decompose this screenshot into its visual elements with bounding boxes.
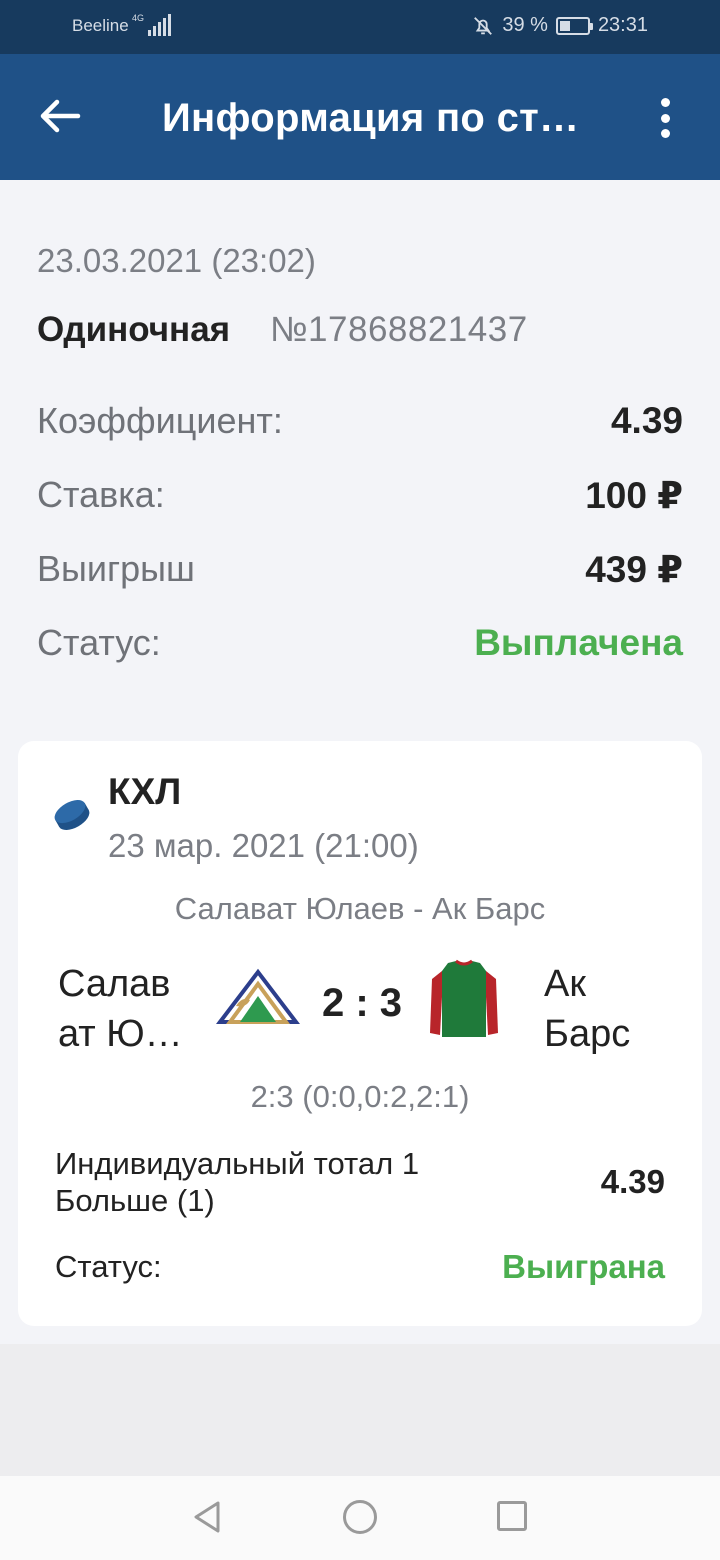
system-nav-bar <box>0 1476 720 1560</box>
network-type: 4G <box>132 13 145 23</box>
match-score: 2 : 3 <box>321 981 403 1025</box>
winnings-row: Выигрыш 439 ₽ <box>37 548 683 592</box>
period-scores: 2:3 (0:0,0:2,2:1) <box>250 1079 470 1114</box>
event-status-label: Статус: <box>55 1249 162 1284</box>
stake-row: Ставка: 100 ₽ <box>37 474 683 518</box>
nav-home-icon[interactable] <box>343 1500 377 1534</box>
odds-label: Коэффициент: <box>37 400 283 441</box>
bell-off-icon <box>474 16 493 35</box>
status-bar: Beeline 4G 39 % 23:31 <box>0 0 720 54</box>
away-team: Ак Барс <box>544 963 631 1055</box>
bet-number: №17868821437 <box>270 310 528 349</box>
stake-label: Ставка: <box>37 474 165 515</box>
event-status-badge: Выиграна <box>502 1248 665 1285</box>
hockey-puck-icon <box>54 800 90 830</box>
app-bar: Информация по ст… <box>0 54 720 180</box>
bet-datetime: 23.03.2021 (23:02) <box>37 242 316 279</box>
signal-icon: 4G <box>132 13 172 36</box>
home-team-logo <box>216 968 300 1024</box>
status-label: Статус: <box>37 622 161 663</box>
home-team: Салават Ю… <box>58 963 183 1055</box>
odds-row: Коэффициент: 4.39 <box>37 400 683 444</box>
stake-value: 100 ₽ <box>585 475 683 516</box>
carrier-name: Beeline <box>72 16 129 35</box>
market-odds: 4.39 <box>600 1163 665 1200</box>
battery-icon <box>555 16 593 35</box>
arrow-left-icon[interactable] <box>38 98 82 134</box>
status-row: Статус: Выплачена <box>37 622 683 666</box>
match-title: Салават Юлаев - Ак Барс <box>174 891 546 926</box>
nav-back-icon[interactable] <box>190 1500 224 1534</box>
status-badge: Выплачена <box>474 622 683 663</box>
match-date: 23 мар. 2021 (21:00) <box>108 827 419 864</box>
away-team-jersey <box>430 959 498 1037</box>
battery-percent: 39 % <box>502 14 548 36</box>
clock: 23:31 <box>597 14 648 36</box>
odds-value: 4.39 <box>610 400 683 441</box>
winnings-label: Выигрыш <box>37 548 195 589</box>
league-name: КХЛ <box>108 771 182 812</box>
winnings-value: 439 ₽ <box>585 549 683 590</box>
nav-recents-icon[interactable] <box>497 1501 527 1531</box>
more-vert-icon[interactable] <box>654 98 676 138</box>
page-title: Информация по ст… <box>162 96 580 140</box>
bet-type: Одиночная <box>37 310 231 349</box>
bet-market: Индивидуальный тотал 1 Больше (1) <box>55 1146 420 1218</box>
empty-area <box>0 1344 720 1476</box>
event-card: КХЛ 23 мар. 2021 (21:00) Салават Юлаев -… <box>18 741 702 1326</box>
